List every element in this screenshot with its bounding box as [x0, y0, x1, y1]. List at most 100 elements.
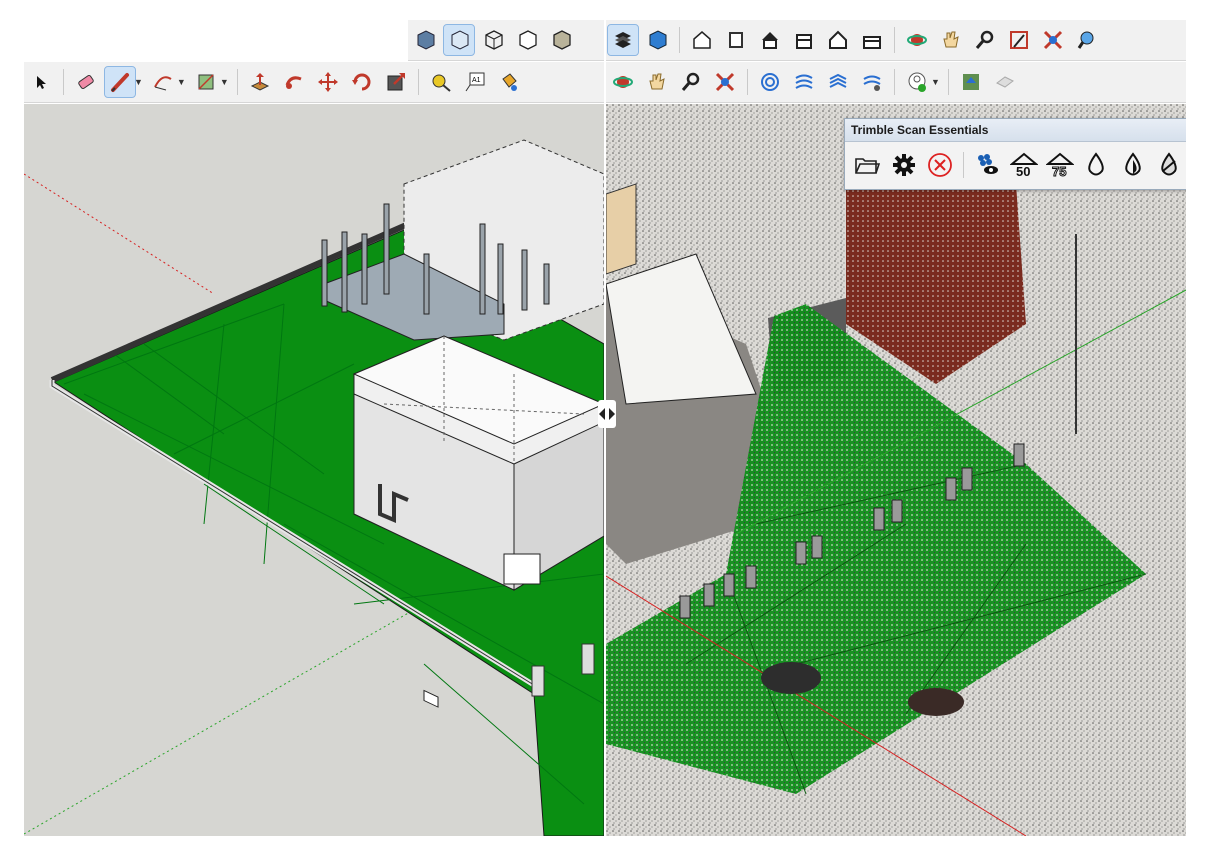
zoom-tool-button[interactable]	[676, 67, 706, 97]
pan-tool-button[interactable]	[936, 25, 966, 55]
text-tool-button[interactable]: A1	[460, 67, 490, 97]
shaded-style-button[interactable]	[546, 25, 576, 55]
close-button[interactable]	[924, 148, 956, 182]
garage-door	[503, 553, 541, 585]
stamp-tool-button[interactable]	[857, 67, 887, 97]
svg-text:A1: A1	[472, 77, 481, 84]
top-view-button[interactable]	[721, 25, 751, 55]
cube-front-icon	[417, 30, 435, 50]
smoove-icon	[829, 73, 847, 88]
rectangle-icon	[198, 74, 214, 90]
monochrome-style-button[interactable]	[642, 25, 672, 55]
zoom-extents-icon	[715, 72, 735, 92]
fence-post	[531, 665, 545, 697]
section-droplet-icon	[1161, 152, 1177, 176]
toolbar-divider	[63, 69, 64, 95]
text-label-icon: A1	[465, 72, 485, 92]
layers-stack-icon	[615, 32, 631, 48]
scan-tools-row: 50 75	[845, 142, 1186, 188]
pointcloud-viewport[interactable]: Trimble Scan Essentials 50 75	[606, 104, 1186, 836]
trimble-scan-essentials-panel: Trimble Scan Essentials 50 75	[844, 118, 1186, 190]
eraser-icon	[78, 74, 94, 90]
user-check-icon	[908, 72, 926, 92]
push-pull-tool-button[interactable]	[245, 67, 275, 97]
rotate-icon	[351, 73, 371, 91]
previous-view-tool-button[interactable]	[1072, 25, 1102, 55]
house-back-icon	[829, 30, 847, 49]
point-size-50-button[interactable]: 50	[1007, 148, 1039, 182]
smoove-tool-button[interactable]	[823, 67, 853, 97]
iso-view-button[interactable]	[687, 25, 717, 55]
shade-mode-button[interactable]	[1080, 148, 1112, 182]
previous-view-icon	[1077, 31, 1094, 49]
rectangle-tool-button[interactable]	[191, 67, 221, 97]
hand-icon	[943, 31, 959, 48]
point-size-50-icon: 50	[1009, 152, 1038, 178]
hidden-line-style-button[interactable]	[512, 25, 542, 55]
iso-view-button[interactable]	[443, 24, 475, 56]
eraser-tool-button[interactable]	[71, 67, 101, 97]
orbit-tool-button[interactable]	[608, 67, 638, 97]
zoom-window-icon	[1010, 31, 1028, 49]
settings-button[interactable]	[887, 148, 919, 182]
sandbox-from-scratch-button[interactable]	[789, 67, 819, 97]
rotate-tool-button[interactable]	[347, 67, 377, 97]
open-folder-button[interactable]	[851, 148, 883, 182]
add-detail-icon	[962, 74, 979, 90]
toolbar-divider	[236, 69, 238, 95]
paint-bucket-icon	[502, 73, 517, 91]
chevron-down-icon[interactable]: ▼	[220, 77, 229, 87]
point-cloud-visibility-button[interactable]	[971, 148, 1003, 182]
tape-measure-tool-button[interactable]	[426, 67, 456, 97]
arc-tool-button[interactable]	[148, 67, 178, 97]
sketchup-model-viewport[interactable]	[24, 104, 604, 836]
stamp-icon	[863, 75, 881, 91]
add-detail-tool-button[interactable]	[956, 67, 986, 97]
chevron-down-icon[interactable]: ▼	[177, 77, 186, 87]
sandbox-from-contours-button[interactable]	[755, 67, 785, 97]
move-icon	[317, 72, 338, 92]
pan-tool-button[interactable]	[642, 67, 672, 97]
left-view-button[interactable]	[857, 25, 887, 55]
orbit-tool-button[interactable]	[902, 25, 932, 55]
back-view-button[interactable]	[823, 25, 853, 55]
paint-bucket-tool-button[interactable]	[494, 67, 524, 97]
zoom-tool-button[interactable]	[970, 25, 1000, 55]
scale-tool-button[interactable]	[381, 67, 411, 97]
chevron-down-icon[interactable]: ▼	[134, 77, 143, 87]
point-size-75-button[interactable]: 75	[1044, 148, 1076, 182]
wireframe-style-button[interactable]	[478, 25, 508, 55]
chevron-down-icon[interactable]: ▼	[931, 77, 940, 87]
comparison-slider-handle[interactable]	[598, 400, 616, 428]
flip-edge-tool-button[interactable]	[990, 67, 1020, 97]
zoom-extents-tool-button[interactable]	[710, 67, 740, 97]
section-mode-button[interactable]	[1153, 148, 1185, 182]
front-view-button[interactable]	[410, 25, 440, 55]
zoom-window-tool-button[interactable]	[1004, 25, 1034, 55]
red-axis-line	[24, 173, 215, 295]
move-tool-button[interactable]	[313, 67, 343, 97]
toolbar-divider	[963, 152, 964, 178]
flip-edge-icon	[995, 76, 1014, 88]
zoom-extents-tool-button[interactable]	[1038, 25, 1068, 55]
cube-iso-icon	[451, 30, 469, 50]
gear-icon	[892, 154, 915, 176]
car-scan	[761, 662, 821, 694]
panel-title: Trimble Scan Essentials	[845, 119, 1186, 142]
select-tool-button[interactable]	[26, 67, 56, 97]
pencil-tool-button[interactable]	[104, 66, 136, 98]
style-toolbar	[408, 20, 604, 61]
pointcloud-eye-icon	[978, 154, 999, 174]
grid-wave-icon	[795, 74, 813, 89]
contrast-mode-button[interactable]	[1116, 148, 1148, 182]
front-view-button[interactable]	[755, 25, 785, 55]
right-view-button[interactable]	[789, 25, 819, 55]
follow-me-tool-button[interactable]	[279, 67, 309, 97]
shaded-textures-style-button[interactable]	[607, 24, 639, 56]
pointcloud-scene	[606, 104, 1186, 836]
house-left-icon	[863, 36, 881, 49]
drawing-toolbar: ▼ ▼ ▼ A1	[24, 62, 604, 103]
drape-tool-button[interactable]	[902, 67, 932, 97]
follow-me-icon	[285, 76, 302, 89]
pencil-icon	[111, 73, 129, 92]
